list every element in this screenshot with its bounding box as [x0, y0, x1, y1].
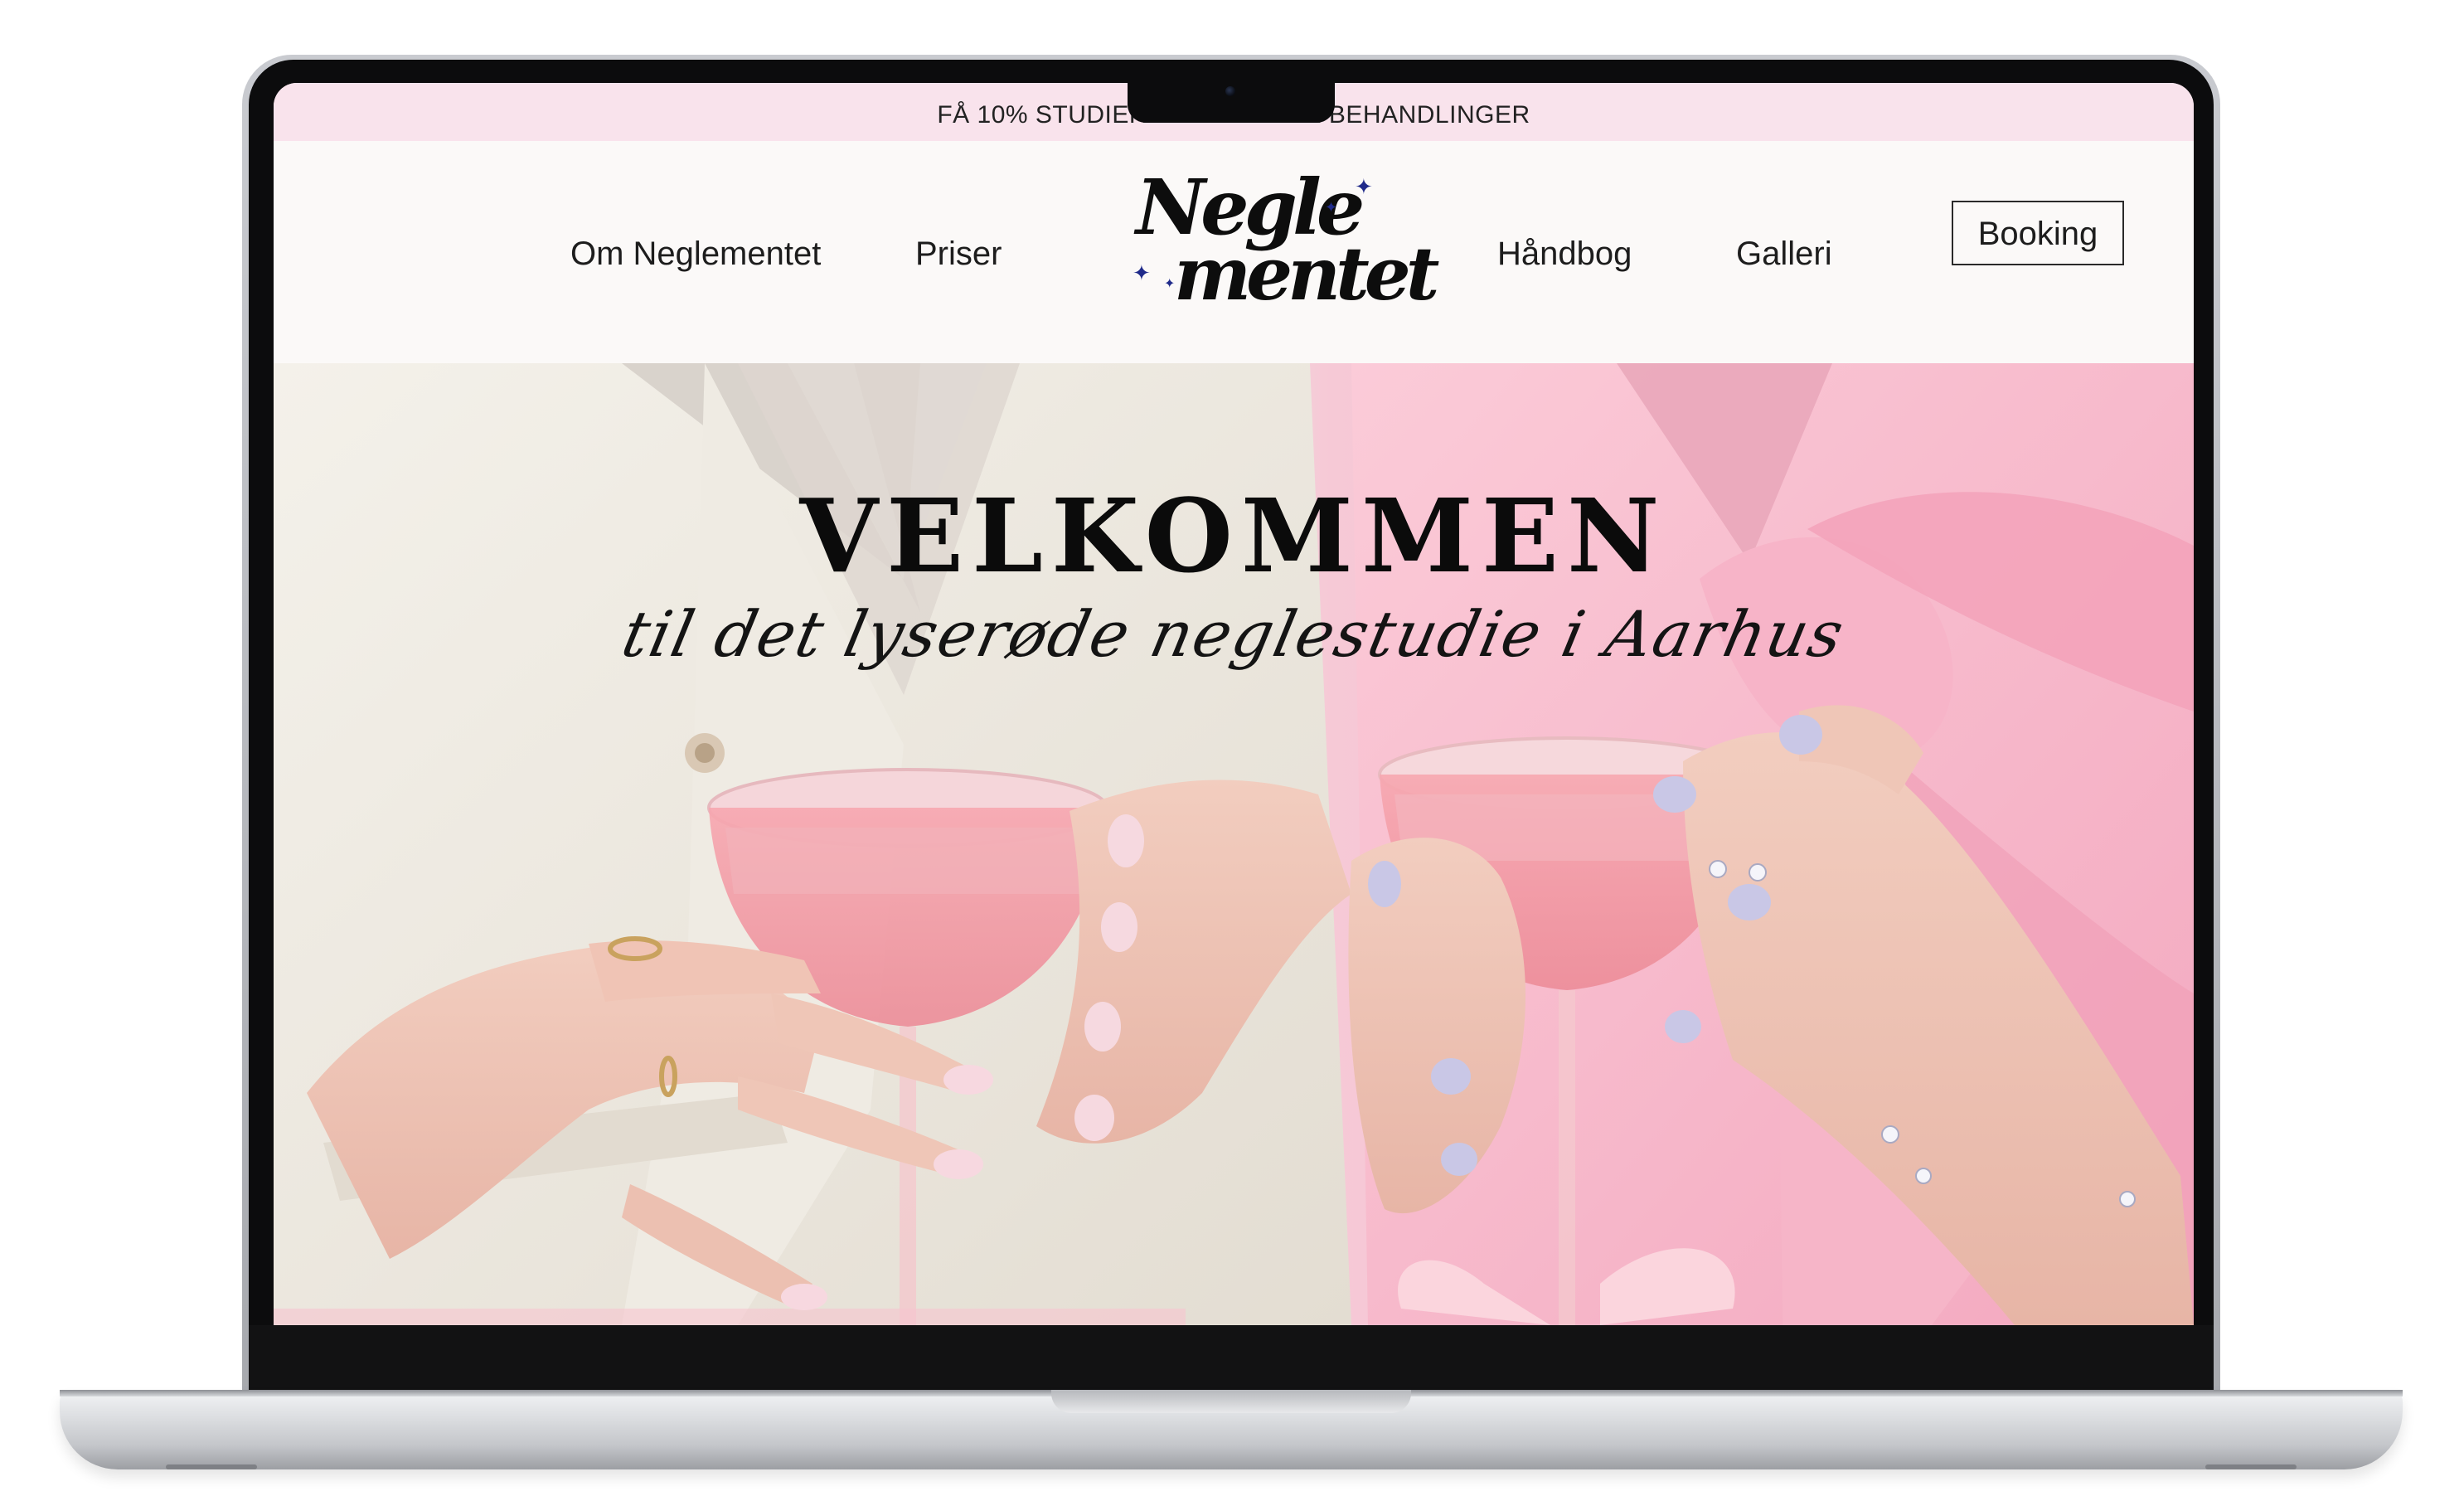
camera-icon	[1225, 86, 1235, 96]
sparkle-icon: ✦	[1133, 260, 1151, 285]
browser-viewport: FÅ 10% STUDIERABAT PÅ ALLE BEHANDLINGER …	[274, 83, 2194, 1325]
sparkle-icon: ✦	[1164, 277, 1176, 291]
site-logo[interactable]: Negle mentet ✦ ✦ ✦ ✦	[1103, 163, 1439, 325]
nav-link-handbog[interactable]: Håndbog	[1497, 236, 1632, 273]
laptop-hinge-notch	[1051, 1390, 1411, 1413]
logo-text-bottom: mentet	[1174, 231, 1439, 317]
hero-subtitle: til det lyserøde neglestudie i Aarhus	[616, 597, 1851, 671]
hero-title: VELKOMMEN	[799, 476, 1668, 595]
sparkle-icon: ✦	[1325, 199, 1338, 216]
booking-button[interactable]: Booking	[1952, 201, 2124, 265]
nav-link-priser[interactable]: Priser	[915, 236, 1002, 273]
nav-link-galleri[interactable]: Galleri	[1736, 236, 1832, 273]
nav-link-om-neglementet[interactable]: Om Neglementet	[570, 236, 821, 273]
hero-section: VELKOMMEN til det lyserøde neglestudie i…	[274, 363, 2194, 1325]
laptop-foot	[166, 1464, 257, 1469]
sparkle-icon: ✦	[1355, 174, 1373, 199]
laptop-foot	[2205, 1464, 2297, 1469]
laptop-chin	[249, 1325, 2214, 1395]
